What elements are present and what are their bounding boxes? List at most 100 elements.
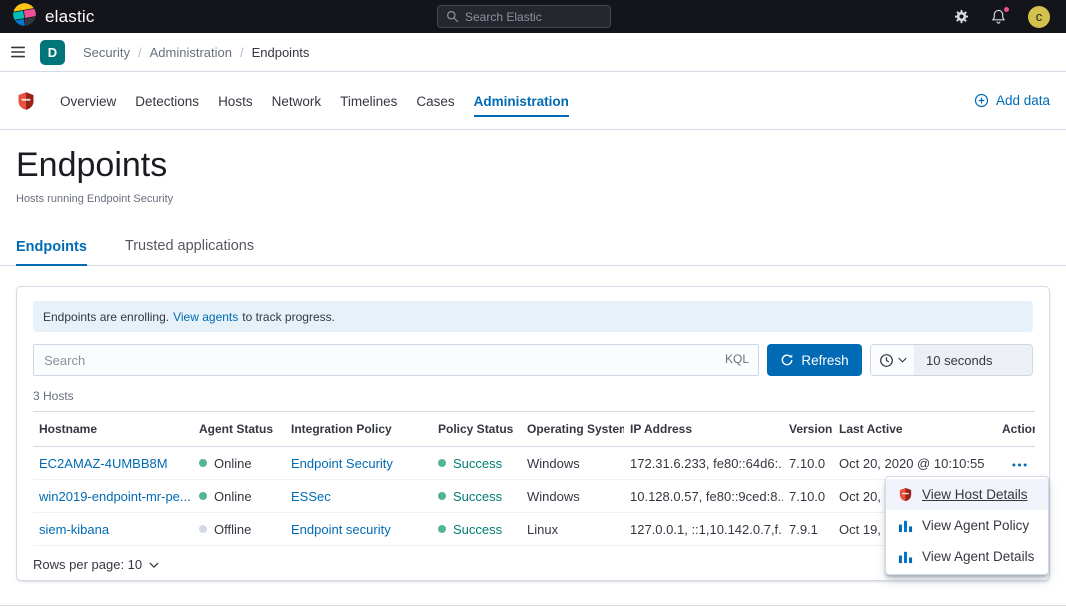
app-nav-tabs: Overview Detections Hosts Network Timeli… <box>60 84 569 117</box>
brand-wordmark: elastic <box>45 7 95 27</box>
integration-policy-link[interactable]: ESSec <box>291 489 331 504</box>
integration-policy-link[interactable]: Endpoint Security <box>291 456 393 471</box>
col-operating-system[interactable]: Operating System <box>521 412 624 447</box>
security-shield-icon <box>898 487 914 502</box>
table-controls: KQL Refresh <box>33 344 1033 376</box>
col-policy-status[interactable]: Policy Status <box>432 412 521 447</box>
breadcrumb-administration[interactable]: Administration <box>150 45 232 60</box>
chevron-down-icon <box>149 562 159 568</box>
menu-item-view-agent-policy[interactable]: View Agent Policy <box>886 510 1048 541</box>
global-search-input[interactable] <box>465 10 602 24</box>
nav-tab-timelines[interactable]: Timelines <box>340 84 397 117</box>
security-endpoints-screen: elastic <box>0 0 1066 607</box>
ip-text: 172.31.6.233, fe80::64d6:... <box>630 456 783 471</box>
breadcrumb-bar: D Security / Administration / Endpoints <box>0 33 1066 72</box>
page-subtitle: Hosts running Endpoint Security <box>16 193 173 205</box>
add-data-link[interactable]: Add data <box>974 93 1050 108</box>
refresh-interval-control: 10 seconds <box>870 344 1033 376</box>
chart-bars-icon <box>898 549 914 564</box>
header-action-icons: c <box>954 6 1054 28</box>
refresh-button[interactable]: Refresh <box>767 344 862 376</box>
os-text: Windows <box>527 456 580 471</box>
nav-tab-detections[interactable]: Detections <box>135 84 199 117</box>
agent-status-text: Online <box>214 489 252 504</box>
policy-status-text: Success <box>453 522 502 537</box>
nav-tab-cases[interactable]: Cases <box>416 84 454 117</box>
nav-tab-administration[interactable]: Administration <box>474 84 569 117</box>
tab-trusted-applications[interactable]: Trusted applications <box>125 238 254 265</box>
row-actions-menu: View Host Details View Agent Policy Vi <box>885 476 1049 575</box>
breadcrumb-security[interactable]: Security <box>83 45 130 60</box>
notifications-button[interactable] <box>991 9 1006 24</box>
os-text: Windows <box>527 489 580 504</box>
breadcrumb: Security / Administration / Endpoints <box>83 45 309 60</box>
success-status-dot <box>438 459 446 467</box>
settings-button[interactable] <box>954 9 969 24</box>
breadcrumb-separator: / <box>138 45 142 60</box>
menu-item-label: View Agent Details <box>922 549 1034 564</box>
rows-per-page-button[interactable]: Rows per page: 10 <box>33 557 159 572</box>
tab-endpoints[interactable]: Endpoints <box>16 239 87 266</box>
callout-text: Endpoints are enrolling. <box>43 310 169 324</box>
elastic-logo-icon <box>12 2 37 32</box>
clock-icon <box>879 353 894 368</box>
main-menu-button[interactable] <box>10 44 26 60</box>
agent-status-text: Offline <box>214 522 251 537</box>
row-actions-button[interactable] <box>1010 459 1029 471</box>
page-title: Endpoints <box>16 144 173 186</box>
breadcrumb-endpoints: Endpoints <box>252 45 310 60</box>
col-ip-address[interactable]: IP Address <box>624 412 783 447</box>
global-search[interactable] <box>437 5 611 28</box>
online-status-dot <box>199 459 207 467</box>
nav-tab-network[interactable]: Network <box>272 84 322 117</box>
menu-item-label: View Agent Policy <box>922 518 1029 533</box>
agent-status-text: Online <box>214 456 252 471</box>
col-actions: Actions <box>996 412 1035 447</box>
security-app-nav: Overview Detections Hosts Network Timeli… <box>0 72 1066 130</box>
nav-tab-overview[interactable]: Overview <box>60 84 116 117</box>
add-data-label: Add data <box>996 93 1050 108</box>
col-hostname[interactable]: Hostname <box>33 412 193 447</box>
hostname-link[interactable]: EC2AMAZ-4UMBB8M <box>39 456 168 471</box>
menu-item-label: View Host Details <box>922 487 1028 502</box>
hostname-link[interactable]: win2019-endpoint-mr-pe... <box>39 489 191 504</box>
col-last-active[interactable]: Last Active <box>833 412 996 447</box>
endpoints-search: KQL <box>33 344 759 376</box>
rows-per-page-label: Rows per page: 10 <box>33 557 142 572</box>
success-status-dot <box>438 525 446 533</box>
notification-badge <box>1003 6 1010 13</box>
plus-circle-icon <box>974 93 989 108</box>
view-agents-link[interactable]: View agents <box>173 310 238 324</box>
kql-language-button[interactable]: KQL <box>725 352 749 366</box>
security-shield-logo-icon <box>16 91 36 111</box>
space-badge[interactable]: D <box>40 40 65 65</box>
ip-text: 127.0.0.1, ::1,10.142.0.7,f... <box>630 522 783 537</box>
chart-bars-icon <box>898 518 914 533</box>
page-header: Endpoints Hosts running Endpoint Securit… <box>16 144 173 205</box>
search-icon <box>446 10 459 23</box>
version-text: 7.10.0 <box>789 456 825 471</box>
interval-label: 10 seconds <box>926 353 993 368</box>
version-text: 7.10.0 <box>789 489 825 504</box>
refresh-interval-value[interactable]: 10 seconds <box>914 345 1032 375</box>
host-count: 3 Hosts <box>33 389 1033 403</box>
hostname-link[interactable]: siem-kibana <box>39 522 109 537</box>
integration-policy-link[interactable]: Endpoint security <box>291 522 391 537</box>
nav-tab-hosts[interactable]: Hosts <box>218 84 253 117</box>
refresh-icon <box>780 353 794 367</box>
last-active-text: Oct 20, 2020 @ 10:10:55 <box>839 456 984 471</box>
elastic-home-link[interactable]: elastic <box>12 2 95 32</box>
menu-item-view-host-details[interactable]: View Host Details <box>886 479 1048 510</box>
ellipsis-icon <box>1012 463 1027 467</box>
policy-status-text: Success <box>453 489 502 504</box>
col-version[interactable]: Version <box>783 412 833 447</box>
user-avatar[interactable]: c <box>1028 6 1050 28</box>
offline-status-dot <box>199 525 207 533</box>
menu-item-view-agent-details[interactable]: View Agent Details <box>886 541 1048 572</box>
callout-text: to track progress. <box>242 310 335 324</box>
refresh-interval-button[interactable] <box>871 345 914 375</box>
online-status-dot <box>199 492 207 500</box>
col-agent-status[interactable]: Agent Status <box>193 412 285 447</box>
col-integration-policy[interactable]: Integration Policy <box>285 412 432 447</box>
endpoints-search-input[interactable] <box>33 344 759 376</box>
